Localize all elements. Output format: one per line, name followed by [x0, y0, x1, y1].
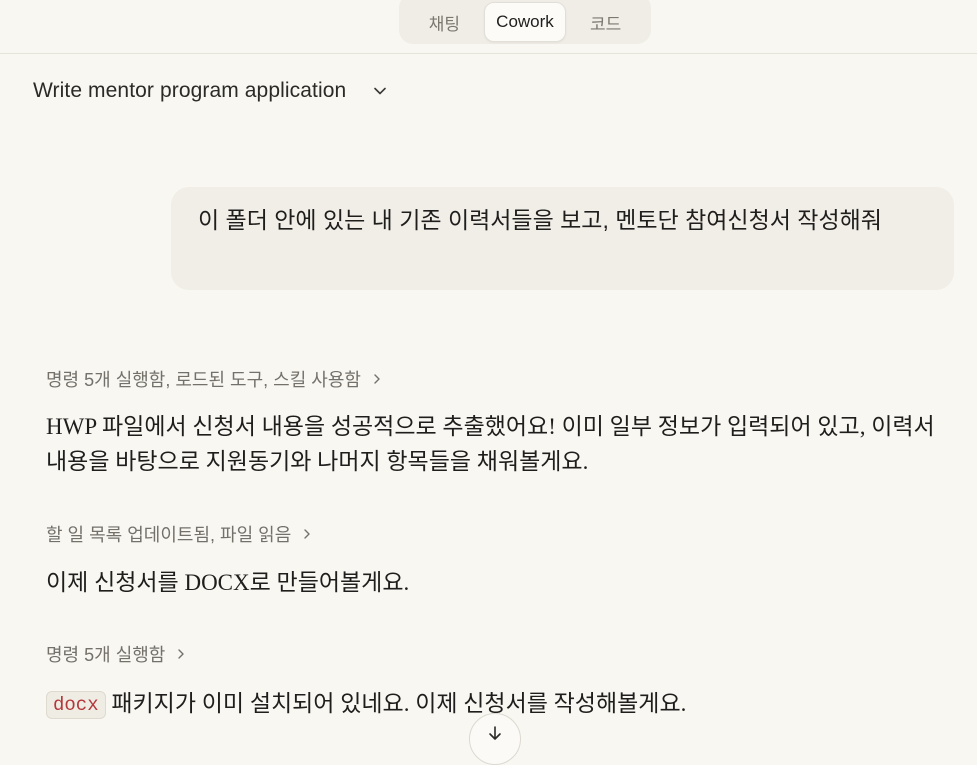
assistant-reply-1: HWP 파일에서 신청서 내용을 성공적으로 추출했어요! 이미 일부 정보가 …	[46, 409, 936, 479]
chevron-right-icon	[374, 374, 380, 384]
step-summary-text: 명령 5개 실행함, 로드된 도구, 스킬 사용함	[46, 370, 361, 390]
step-summary-text: 명령 5개 실행함	[46, 645, 166, 665]
tab-cowork[interactable]: Cowork	[483, 2, 567, 42]
scroll-to-bottom-button[interactable]	[469, 713, 521, 765]
conversation-title-dropdown[interactable]: Write mentor program application	[33, 76, 388, 106]
tab-code[interactable]: 코드	[566, 2, 645, 42]
user-message-bubble: 이 폴더 안에 있는 내 기존 이력서들을 보고, 멘토단 참여신청서 작성해줘	[171, 187, 954, 290]
top-bar: 채팅 Cowork 코드	[0, 0, 977, 54]
assistant-reply-text: 패키지가 이미 설치되어 있네요. 이제 신청서를 작성해볼게요.	[105, 691, 687, 716]
inline-code: docx	[46, 691, 106, 719]
step-summary-1[interactable]: 명령 5개 실행함, 로드된 도구, 스킬 사용함	[46, 366, 383, 392]
step-summary-3[interactable]: 명령 5개 실행함	[46, 641, 187, 667]
user-message-text: 이 폴더 안에 있는 내 기존 이력서들을 보고, 멘토단 참여신청서 작성해줘	[198, 207, 882, 233]
chevron-right-icon	[178, 649, 185, 659]
assistant-reply-2: 이제 신청서를 DOCX로 만들어볼게요.	[46, 565, 936, 600]
arrow-down-icon	[489, 726, 501, 740]
tab-chat[interactable]: 채팅	[405, 2, 484, 42]
step-summary-2[interactable]: 할 일 목록 업데이트됨, 파일 읽음	[46, 521, 313, 547]
assistant-reply-text: HWP 파일에서 신청서 내용을 성공적으로 추출했어요! 이미 일부 정보가 …	[46, 414, 935, 474]
mode-switcher: 채팅 Cowork 코드	[399, 0, 651, 44]
conversation-title: Write mentor program application	[33, 79, 347, 102]
chevron-right-icon	[304, 529, 310, 539]
assistant-reply-text: 이제 신청서를 DOCX로 만들어볼게요.	[46, 570, 410, 595]
chevron-down-icon	[374, 87, 387, 95]
step-summary-text: 할 일 목록 업데이트됨, 파일 읽음	[46, 525, 292, 545]
